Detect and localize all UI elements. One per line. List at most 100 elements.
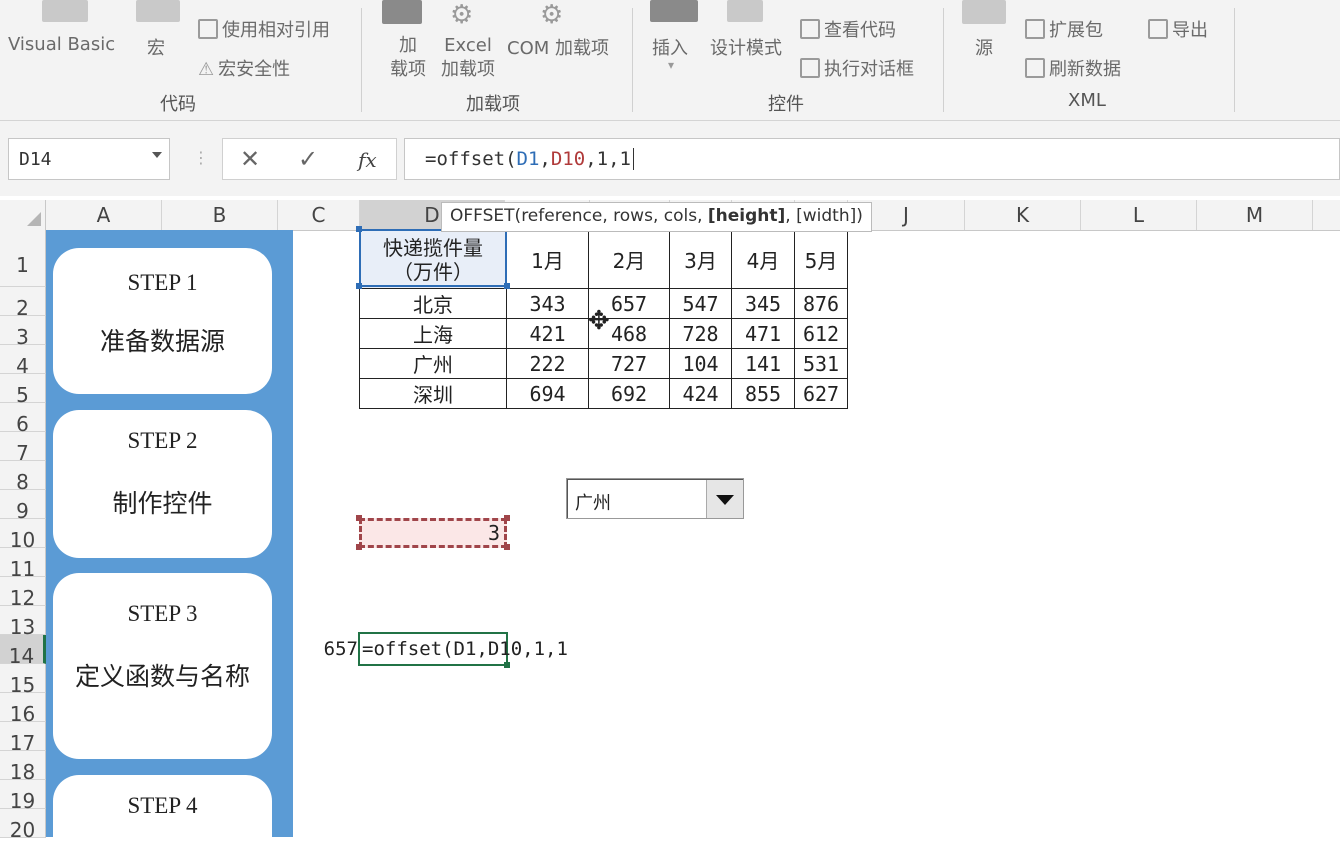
row-header[interactable]: 12 <box>0 577 46 610</box>
expansion-packs-button[interactable]: 扩展包 <box>1025 16 1103 42</box>
row-header[interactable]: 13 <box>0 606 46 639</box>
city-cell[interactable]: 上海 <box>359 318 507 349</box>
value-cell[interactable]: 531 <box>794 348 848 379</box>
addins-icon <box>382 0 422 24</box>
value-cell[interactable]: 424 <box>669 378 732 409</box>
row-header[interactable]: 15 <box>0 664 46 697</box>
insert-control-icon <box>650 0 698 22</box>
row-header[interactable]: 6 <box>0 403 46 436</box>
refresh-data-button[interactable]: 刷新数据 <box>1025 55 1121 81</box>
city-cell[interactable]: 广州 <box>359 348 507 379</box>
city-cell[interactable]: 北京 <box>359 288 507 319</box>
formula-input[interactable]: =offset(D1,D10,1,1 <box>404 138 1340 180</box>
value-cell[interactable]: 343 <box>506 288 589 319</box>
column-header[interactable]: K <box>965 200 1081 230</box>
month-header[interactable]: 1月 <box>506 230 589 289</box>
selection-handle[interactable] <box>504 283 510 289</box>
text-cursor <box>632 148 634 170</box>
row-header[interactable]: 3 <box>0 316 46 349</box>
enter-icon[interactable]: ✓ <box>298 145 318 173</box>
row-header[interactable]: 16 <box>0 693 46 726</box>
cell-d10[interactable]: 3 <box>359 518 507 548</box>
row-header[interactable]: 17 <box>0 722 46 755</box>
run-dialog-button[interactable]: 执行对话框 <box>800 55 914 81</box>
insert-function-icon[interactable]: fx <box>358 148 377 172</box>
selection-handle[interactable] <box>504 515 510 521</box>
selection-handle[interactable] <box>356 544 362 550</box>
row-header[interactable]: 2 <box>0 287 46 320</box>
export-button[interactable]: 导出 <box>1148 16 1208 42</box>
selection-handle[interactable] <box>356 283 362 289</box>
column-header[interactable]: L <box>1081 200 1197 230</box>
group-separator <box>361 8 362 112</box>
design-mode-button[interactable]: 设计模式 <box>710 34 782 60</box>
column-header[interactable]: B <box>162 200 278 230</box>
row-header[interactable]: 4 <box>0 345 46 378</box>
value-cell[interactable]: 612 <box>794 318 848 349</box>
addins-button[interactable]: 加 载项 <box>390 34 426 82</box>
row-header[interactable]: 5 <box>0 374 46 407</box>
insert-control-button[interactable]: 插入 <box>652 34 688 60</box>
row-header[interactable]: 1 <box>0 230 46 287</box>
row-header[interactable]: 11 <box>0 548 46 581</box>
value-cell[interactable]: 421 <box>506 318 589 349</box>
macro-security-button[interactable]: ⚠ 宏安全性 <box>198 55 290 81</box>
column-header[interactable]: C <box>278 200 360 230</box>
excel-addins-button[interactable]: Excel 加载项 <box>441 34 495 82</box>
visual-basic-icon <box>42 0 88 22</box>
tooltip-tail: , [width]) <box>785 206 863 226</box>
row-header[interactable]: 9 <box>0 490 46 523</box>
selection-handle[interactable] <box>356 515 362 521</box>
selection-handle[interactable] <box>504 544 510 550</box>
function-tooltip: OFFSET(reference, rows, cols, [height], … <box>441 202 872 232</box>
value-cell[interactable]: 694 <box>506 378 589 409</box>
value-cell[interactable]: 627 <box>794 378 848 409</box>
source-button[interactable]: 源 <box>975 34 993 60</box>
month-header[interactable]: 3月 <box>669 230 732 289</box>
value-cell[interactable]: 141 <box>731 348 795 379</box>
group-separator <box>943 8 944 112</box>
group-label-xml: XML <box>1068 90 1106 111</box>
month-header[interactable]: 2月 <box>588 230 670 289</box>
step-card-4: STEP 4 <box>53 775 272 865</box>
visual-basic-button[interactable]: Visual Basic <box>8 34 115 55</box>
value-cell[interactable]: 222 <box>506 348 589 379</box>
city-cell[interactable]: 深圳 <box>359 378 507 409</box>
fill-handle[interactable] <box>504 662 510 668</box>
value-cell[interactable]: 876 <box>794 288 848 319</box>
row-header[interactable]: 18 <box>0 751 46 784</box>
value-cell[interactable]: 471 <box>731 318 795 349</box>
relative-references-button[interactable]: 使用相对引用 <box>198 16 330 42</box>
select-all-button[interactable] <box>0 200 46 230</box>
value-cell[interactable]: 104 <box>669 348 732 379</box>
view-code-button[interactable]: 查看代码 <box>800 16 896 42</box>
com-addins-button[interactable]: COM 加载项 <box>507 34 609 60</box>
group-label-code: 代码 <box>160 94 196 115</box>
dropdown-arrow-icon[interactable] <box>706 480 743 518</box>
month-header[interactable]: 5月 <box>794 230 848 289</box>
row-header[interactable]: 19 <box>0 780 46 813</box>
row-header[interactable]: 10 <box>0 519 46 552</box>
name-box-chevron-down-icon[interactable] <box>152 152 162 158</box>
value-cell[interactable]: 547 <box>669 288 732 319</box>
column-header[interactable]: A <box>46 200 162 230</box>
column-header[interactable]: M <box>1197 200 1313 230</box>
value-cell[interactable]: 345 <box>731 288 795 319</box>
step-description: 制作控件 <box>112 489 213 518</box>
value-cell[interactable]: 728 <box>669 318 732 349</box>
row-header[interactable]: 7 <box>0 432 46 465</box>
value-cell[interactable]: 727 <box>588 348 670 379</box>
selection-handle[interactable] <box>356 226 362 232</box>
cancel-icon[interactable]: ✕ <box>240 145 260 173</box>
row-header[interactable]: 8 <box>0 461 46 494</box>
value-cell[interactable]: 692 <box>588 378 670 409</box>
row-header[interactable]: 20 <box>0 809 46 842</box>
name-box[interactable]: D14 <box>8 138 170 180</box>
row-header[interactable]: 14 <box>0 635 46 668</box>
step-title: STEP 3 <box>127 601 198 626</box>
tooltip-text: OFFSET(reference, rows, cols, <box>450 206 708 226</box>
macros-button[interactable]: 宏 <box>147 34 165 60</box>
cell-c14[interactable]: 657 <box>308 638 358 660</box>
value-cell[interactable]: 855 <box>731 378 795 409</box>
month-header[interactable]: 4月 <box>731 230 795 289</box>
